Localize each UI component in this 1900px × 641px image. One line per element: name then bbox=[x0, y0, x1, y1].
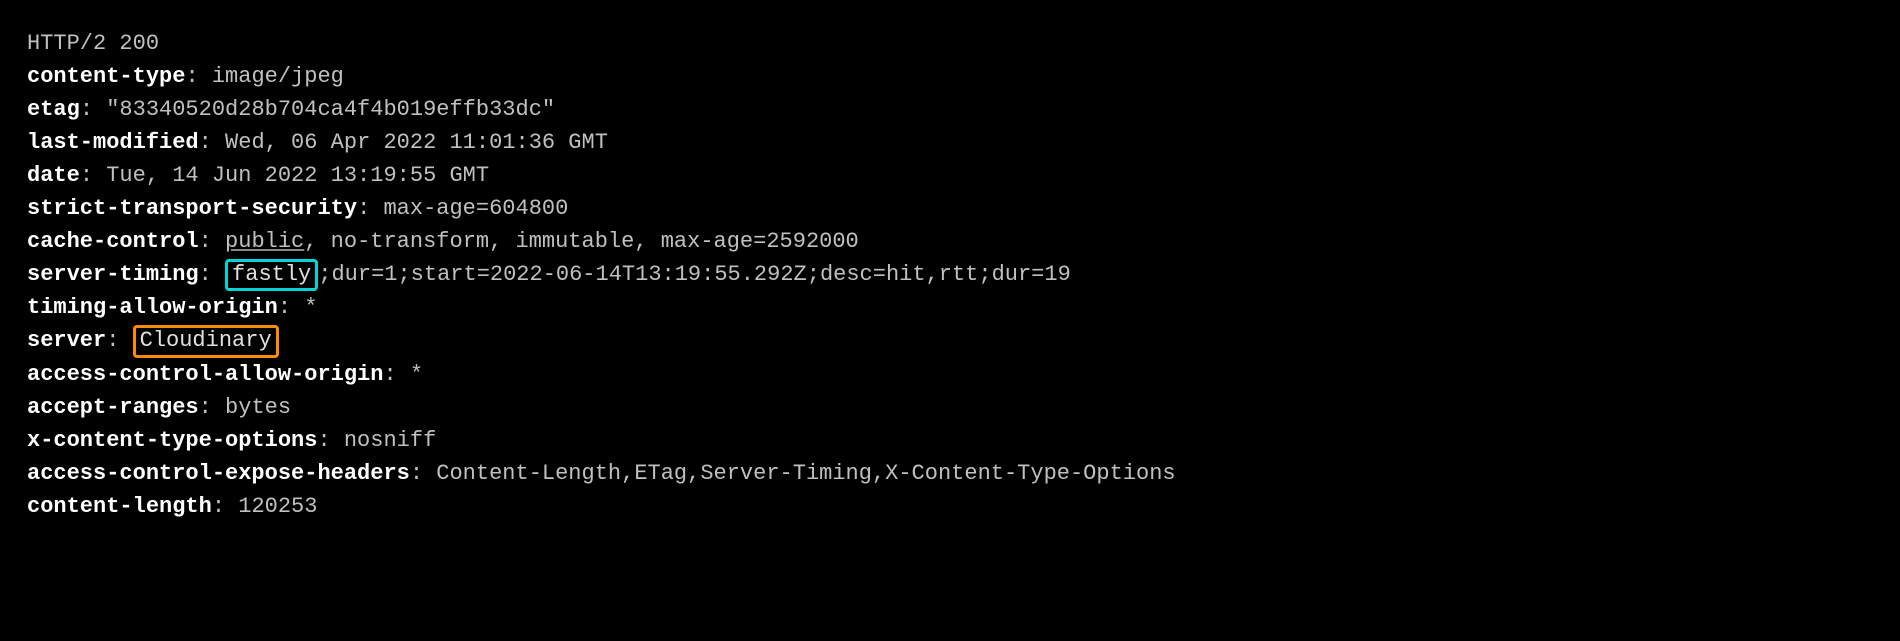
header-value: max-age=604800 bbox=[383, 196, 568, 221]
http-response-output: HTTP/2 200 content-type: image/jpeg etag… bbox=[27, 27, 1873, 523]
header-content-length: content-length: 120253 bbox=[27, 490, 1873, 523]
header-name: strict-transport-security bbox=[27, 196, 357, 221]
header-server: server: Cloudinary bbox=[27, 324, 1873, 357]
header-name: x-content-type-options bbox=[27, 428, 317, 453]
header-value: * bbox=[410, 362, 423, 387]
header-value: image/jpeg bbox=[212, 64, 344, 89]
header-name: cache-control bbox=[27, 229, 199, 254]
header-name: server-timing bbox=[27, 262, 199, 287]
header-name: server bbox=[27, 328, 106, 353]
header-x-content-type-options: x-content-type-options: nosniff bbox=[27, 424, 1873, 457]
header-name: etag bbox=[27, 97, 80, 122]
header-value-rest: ;dur=1;start=2022-06-14T13:19:55.292Z;de… bbox=[318, 262, 1071, 287]
header-value: Tue, 14 Jun 2022 13:19:55 GMT bbox=[106, 163, 489, 188]
header-timing-allow-origin: timing-allow-origin: * bbox=[27, 291, 1873, 324]
header-accept-ranges: accept-ranges: bytes bbox=[27, 391, 1873, 424]
header-name: content-length bbox=[27, 494, 212, 519]
header-value-public: public bbox=[225, 229, 304, 254]
header-etag: etag: "83340520d28b704ca4f4b019effb33dc" bbox=[27, 93, 1873, 126]
header-value: bytes bbox=[225, 395, 291, 420]
highlight-cloudinary: Cloudinary bbox=[133, 325, 279, 357]
header-value: 120253 bbox=[238, 494, 317, 519]
header-value: nosniff bbox=[344, 428, 436, 453]
header-value: * bbox=[304, 295, 317, 320]
status-line: HTTP/2 200 bbox=[27, 27, 1873, 60]
header-name: date bbox=[27, 163, 80, 188]
header-cache-control: cache-control: public, no-transform, imm… bbox=[27, 225, 1873, 258]
header-strict-transport-security: strict-transport-security: max-age=60480… bbox=[27, 192, 1873, 225]
header-access-control-expose-headers: access-control-expose-headers: Content-L… bbox=[27, 457, 1873, 490]
header-last-modified: last-modified: Wed, 06 Apr 2022 11:01:36… bbox=[27, 126, 1873, 159]
header-server-timing: server-timing: fastly;dur=1;start=2022-0… bbox=[27, 258, 1873, 291]
header-value-rest: , no-transform, immutable, max-age=25920… bbox=[304, 229, 859, 254]
header-name: timing-allow-origin bbox=[27, 295, 278, 320]
header-access-control-allow-origin: access-control-allow-origin: * bbox=[27, 358, 1873, 391]
header-name: access-control-allow-origin bbox=[27, 362, 383, 387]
header-value: Content-Length,ETag,Server-Timing,X-Cont… bbox=[436, 461, 1175, 486]
header-date: date: Tue, 14 Jun 2022 13:19:55 GMT bbox=[27, 159, 1873, 192]
highlight-fastly: fastly bbox=[225, 259, 318, 291]
header-name: accept-ranges bbox=[27, 395, 199, 420]
header-name: access-control-expose-headers bbox=[27, 461, 410, 486]
header-value: Wed, 06 Apr 2022 11:01:36 GMT bbox=[225, 130, 608, 155]
header-value: "83340520d28b704ca4f4b019effb33dc" bbox=[106, 97, 555, 122]
header-name: content-type bbox=[27, 64, 185, 89]
header-content-type: content-type: image/jpeg bbox=[27, 60, 1873, 93]
header-name: last-modified bbox=[27, 130, 199, 155]
